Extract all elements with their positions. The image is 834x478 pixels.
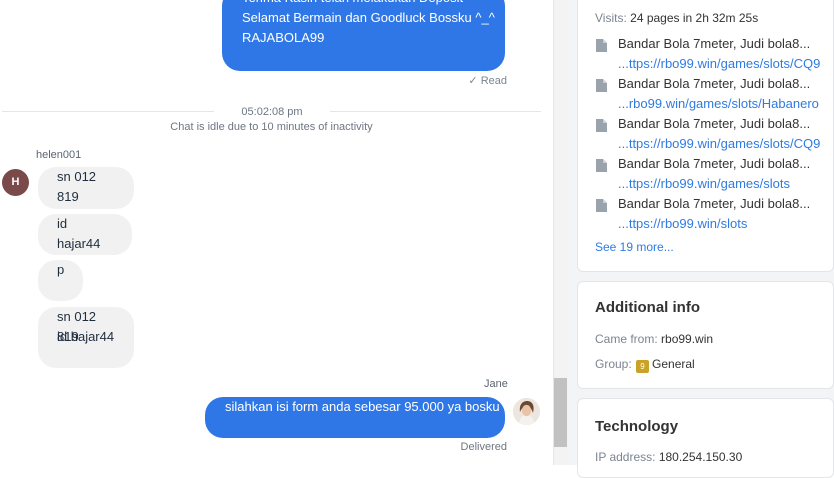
- ip-value: 180.254.150.30: [658, 450, 743, 464]
- visited-page-title: Bandar Bola 7meter, Judi bola8...: [618, 196, 811, 211]
- agent-message-bubble: Terima Kasih telah melakukan Deposit Sel…: [222, 0, 505, 71]
- visited-page-link[interactable]: ...ttps://rbo99.win/games/slots: [618, 176, 790, 191]
- visited-page-title: Bandar Bola 7meter, Judi bola8...: [618, 36, 811, 51]
- agent-photo-icon: [513, 398, 540, 425]
- agent-avatar[interactable]: [513, 398, 540, 425]
- agent-message-bubble: silahkan isi form anda sebesar 95.000 ya…: [205, 397, 505, 438]
- visited-page-link[interactable]: ...ttps://rbo99.win/slots: [618, 216, 747, 231]
- additional-info-heading: Additional info: [595, 299, 700, 316]
- divider-timestamp: 05:02:08 pm: [241, 106, 303, 118]
- group-value: General: [652, 357, 695, 371]
- checkmark-icon: ✓: [468, 75, 478, 87]
- visitor-message-bubble: sn 012 819 id hajar44: [38, 307, 134, 368]
- document-icon: [596, 79, 607, 92]
- visited-page-title: Bandar Bola 7meter, Judi bola8...: [618, 156, 811, 171]
- see-more-link[interactable]: See 19 more...: [595, 240, 674, 254]
- visited-page-link[interactable]: ...ttps://rbo99.win/games/slots/CQ9: [618, 56, 820, 71]
- visits-value: 24 pages in 2h 32m 25s: [630, 11, 759, 25]
- read-status: ✓ Read: [465, 74, 507, 87]
- technology-heading: Technology: [595, 418, 679, 435]
- group-badge: 9: [636, 360, 650, 373]
- ip-label: IP address:: [595, 450, 656, 464]
- document-icon: [596, 39, 607, 52]
- document-icon: [596, 199, 607, 212]
- visited-page-link[interactable]: ...ttps://rbo99.win/games/slots/CQ9: [618, 136, 820, 151]
- ip-address-row: IP address: 180.254.150.30: [595, 450, 742, 464]
- visited-page-title: Bandar Bola 7meter, Judi bola8...: [618, 116, 811, 131]
- document-icon: [596, 159, 607, 172]
- came-from-value: rbo99.win: [661, 332, 714, 346]
- group-label: Group:: [595, 357, 632, 371]
- visited-page-link[interactable]: ...rbo99.win/games/slots/Habanero: [618, 96, 819, 111]
- divider-line: [330, 111, 541, 112]
- agent-name: Jane: [484, 378, 508, 390]
- chat-transcript: Terima Kasih telah melakukan Deposit Sel…: [0, 0, 553, 465]
- document-icon: [596, 119, 607, 132]
- visitor-message-bubble: sn 012 819: [38, 167, 134, 209]
- read-label: Read: [480, 75, 507, 87]
- visitor-name: helen001: [36, 149, 82, 161]
- visited-page-title: Bandar Bola 7meter, Judi bola8...: [618, 76, 811, 91]
- visitor-message-bubble: id hajar44: [38, 214, 132, 255]
- came-from-row: Came from: rbo99.win: [595, 332, 713, 346]
- visitor-avatar[interactable]: H: [2, 169, 29, 196]
- technology-card: [577, 398, 834, 478]
- message-line: sn 012 819: [57, 309, 97, 344]
- visits-label: Visits:: [595, 11, 627, 25]
- visits-summary: Visits: 24 pages in 2h 32m 25s: [595, 11, 758, 25]
- chat-scrollbar-thumb[interactable]: [554, 378, 567, 447]
- message-line: id hajar44: [57, 329, 115, 344]
- idle-notice: Chat is idle due to 10 minutes of inacti…: [170, 121, 373, 133]
- delivered-status: Delivered: [460, 441, 507, 453]
- visitor-message-bubble: p: [38, 260, 83, 301]
- message-line: RAJABOLA99: [242, 30, 325, 45]
- message-line: Terima Kasih telah melakukan Deposit: [242, 0, 485, 8]
- came-from-label: Came from:: [595, 332, 658, 346]
- group-row: Group: 9 General: [595, 357, 695, 373]
- message-line: Selamat Bermain dan Goodluck Bossku ^_^: [242, 10, 495, 25]
- divider-line: [2, 111, 214, 112]
